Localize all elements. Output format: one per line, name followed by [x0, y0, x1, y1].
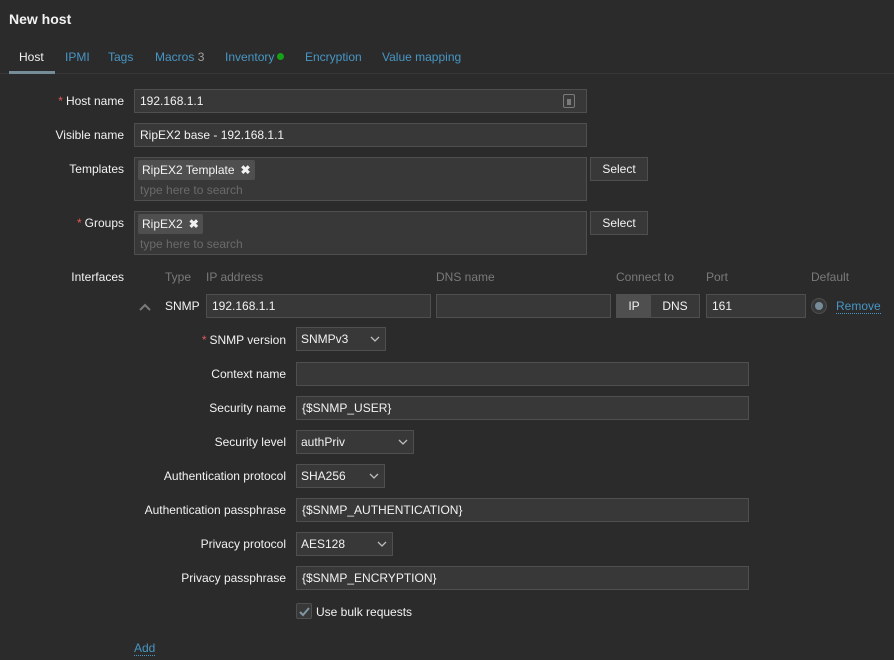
required-marker: *: [58, 94, 63, 108]
tab-tags[interactable]: Tags: [108, 50, 133, 64]
auth-protocol-select[interactable]: SHA256: [296, 464, 385, 488]
groups-multiselect[interactable]: RipEX2 ✖ type here to search: [134, 211, 587, 255]
privacy-protocol-select[interactable]: AES128: [296, 532, 393, 556]
select-value: authPriv: [301, 435, 346, 449]
chevron-down-icon: [370, 336, 380, 342]
visible-name-input[interactable]: [134, 123, 587, 147]
group-chip: RipEX2 ✖: [138, 214, 203, 234]
groups-search-input[interactable]: type here to search: [140, 237, 243, 251]
auth-passphrase-label: Authentication passphrase: [144, 503, 286, 517]
connect-dns-option[interactable]: DNS: [651, 295, 699, 317]
required-marker: *: [76, 216, 82, 230]
page-title: New host: [9, 11, 72, 27]
collapse-toggle[interactable]: [138, 300, 152, 314]
groups-label: * Groups: [77, 216, 124, 230]
context-name-input[interactable]: [296, 362, 749, 386]
interface-ip-input[interactable]: [206, 294, 431, 318]
auth-passphrase-input[interactable]: [296, 498, 749, 522]
column-header-port: Port: [706, 270, 729, 284]
security-level-select[interactable]: authPriv: [296, 430, 414, 454]
security-name-input[interactable]: [296, 396, 749, 420]
default-interface-radio[interactable]: [811, 298, 827, 314]
tab-inventory[interactable]: Inventory: [225, 50, 285, 64]
tab-label: Value mapping: [382, 50, 462, 64]
select-value: SHA256: [301, 469, 346, 483]
tab-host[interactable]: Host: [19, 50, 44, 64]
chip-remove-icon[interactable]: ✖: [189, 217, 199, 231]
chip-label: RipEX2 Template: [142, 163, 235, 177]
snmp-version-label: * SNMP version: [202, 333, 286, 347]
tab-label: Encryption: [305, 50, 362, 64]
label-text: SNMP version: [209, 333, 286, 347]
interface-type: SNMP: [165, 299, 200, 313]
tab-encryption[interactable]: Encryption: [305, 50, 362, 64]
label-text: Groups: [84, 216, 124, 230]
security-level-label: Security level: [214, 435, 286, 449]
groups-select-button[interactable]: Select: [590, 211, 648, 235]
column-header-default: Default: [811, 270, 850, 284]
security-name-label: Security name: [209, 401, 286, 415]
tab-label: Host: [19, 50, 44, 64]
interface-dns-input[interactable]: [436, 294, 611, 318]
tab-label: Inventory: [225, 50, 275, 64]
host-name-label: * Host name: [58, 94, 124, 108]
chevron-down-icon: [369, 473, 379, 479]
label-text: Host name: [65, 94, 124, 108]
required-marker: *: [201, 333, 207, 347]
bulk-requests-label[interactable]: Use bulk requests: [316, 605, 412, 619]
chip-label: RipEX2: [142, 217, 183, 231]
privacy-passphrase-input[interactable]: [296, 566, 749, 590]
tab-label: IPMI: [65, 50, 90, 64]
context-name-label: Context name: [211, 367, 286, 381]
macros-count-badge: 3: [197, 50, 205, 64]
checkmark-icon: [299, 607, 310, 617]
visible-name-label: Visible name: [55, 128, 124, 142]
active-tab-indicator: [9, 71, 55, 74]
select-value: SNMPv3: [301, 332, 349, 346]
tab-ipmi[interactable]: IPMI: [65, 50, 90, 64]
connect-to-toggle: IP DNS: [616, 294, 700, 318]
autofill-icon[interactable]: [563, 94, 575, 108]
tab-value-mapping[interactable]: Value mapping: [382, 50, 461, 64]
templates-label: Templates: [69, 162, 124, 176]
templates-multiselect[interactable]: RipEX2 Template ✖ type here to search: [134, 157, 587, 201]
remove-interface-link[interactable]: Remove: [836, 299, 881, 314]
column-header-connect: Connect to: [616, 270, 675, 284]
inventory-status-dot-icon: [277, 53, 285, 60]
tab-label: Macros: [155, 50, 195, 64]
column-header-ip: IP address: [206, 270, 264, 284]
privacy-protocol-label: Privacy protocol: [200, 537, 286, 551]
templates-select-button[interactable]: Select: [590, 157, 648, 181]
interface-port-input[interactable]: [706, 294, 806, 318]
template-chip: RipEX2 Template ✖: [138, 160, 255, 180]
interfaces-label: Interfaces: [71, 270, 124, 284]
chevron-down-icon: [398, 439, 408, 445]
add-interface-link[interactable]: Add: [134, 641, 156, 656]
chip-remove-icon[interactable]: ✖: [241, 163, 251, 177]
chevron-up-icon: [139, 303, 151, 311]
auth-protocol-label: Authentication protocol: [163, 469, 286, 483]
bulk-requests-checkbox[interactable]: [296, 603, 312, 619]
tabs-divider: [0, 73, 894, 74]
chevron-down-icon: [377, 541, 387, 547]
tab-label: Tags: [108, 50, 134, 64]
column-header-type: Type: [165, 270, 192, 284]
column-header-dns: DNS name: [436, 270, 495, 284]
tab-macros[interactable]: Macros 3: [155, 50, 204, 64]
host-name-input[interactable]: [134, 89, 587, 113]
templates-search-input[interactable]: type here to search: [140, 183, 243, 197]
connect-ip-option[interactable]: IP: [617, 295, 651, 317]
select-value: AES128: [301, 537, 346, 551]
privacy-passphrase-label: Privacy passphrase: [181, 571, 286, 585]
snmp-version-select[interactable]: SNMPv3: [296, 327, 386, 351]
